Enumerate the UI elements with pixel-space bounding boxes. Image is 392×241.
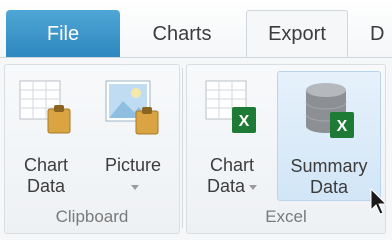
picture-clipboard-icon [104,79,162,142]
ribbon-tabstrip: File Charts Export D [0,0,392,58]
tab-file[interactable]: File [6,10,120,58]
excel-group: X Chart Data X Summary Data Excel [186,64,386,234]
dropdown-arrow-icon[interactable] [249,184,258,190]
excel-group-label: Excel [265,207,307,226]
database-excel-icon: X [300,80,358,149]
tab-export[interactable]: Export [246,10,348,58]
summary-data-label-1: Summary [290,156,368,176]
mouse-pointer-icon [370,187,388,221]
table-excel-icon: X [204,79,260,142]
dropdown-arrow-icon[interactable] [131,184,139,190]
group-separator [182,68,183,228]
excel-summary-data-button[interactable]: X Summary Data [277,71,381,201]
clipboard-group-label: Clipboard [55,207,129,226]
clipboard-chart-data-label-2: Data [26,176,66,196]
svg-text:X: X [239,113,250,130]
excel-chart-data-label-1: Chart [209,155,254,175]
tab-cut-off[interactable]: D [370,10,392,58]
svg-text:X: X [337,118,348,135]
clipboard-chart-data-label-1: Chart [23,155,68,175]
clipboard-chart-data-button[interactable]: Chart Data [11,71,81,201]
excel-chart-data-button[interactable]: X Chart Data [193,71,271,201]
clipboard-group: Chart Data Picture Clipboard [4,64,180,234]
excel-chart-data-label-2: Data [206,176,246,196]
tab-charts[interactable]: Charts [132,10,232,58]
ribbon-panel: Chart Data Picture Clipboard X Chart Dat… [0,57,392,240]
clipboard-picture-label: Picture [104,155,162,175]
clipboard-picture-button[interactable]: Picture [91,71,175,201]
summary-data-label-2: Data [309,177,349,197]
table-clipboard-icon [18,79,74,142]
